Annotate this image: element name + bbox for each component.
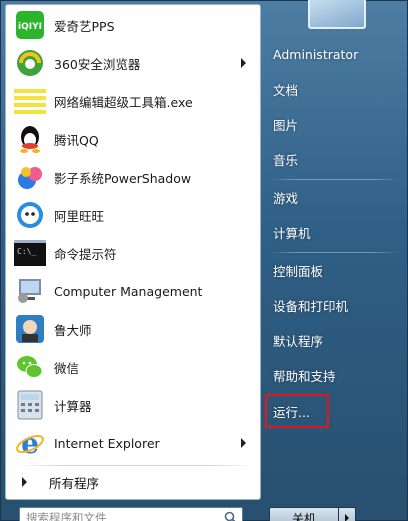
program-item-qq[interactable]: 腾讯QQ [8, 121, 258, 157]
program-item-computer-management[interactable]: Computer Management [8, 273, 258, 309]
program-label: 命令提示符 [54, 246, 117, 262]
program-item-ludashi[interactable]: 鲁大师 [8, 311, 258, 347]
program-item-iqiyi[interactable]: iQIYI 爱奇艺PPS [8, 7, 258, 43]
right-item-games[interactable]: 游戏 [265, 182, 405, 212]
ie-icon: e [14, 427, 46, 459]
right-item-label: 图片 [273, 117, 299, 133]
shutdown-options-button[interactable] [338, 507, 356, 521]
right-item-label: 默认程序 [273, 333, 324, 349]
all-programs-label: 所有程序 [49, 475, 100, 491]
program-label: 鲁大师 [54, 322, 92, 338]
computer-management-icon [14, 275, 46, 307]
program-label: Internet Explorer [54, 435, 160, 451]
qq-icon [14, 123, 46, 155]
program-label: 阿里旺旺 [54, 208, 105, 224]
ludashi-icon [14, 313, 46, 345]
calculator-icon [14, 389, 46, 421]
right-item-music[interactable]: 音乐 [265, 144, 405, 174]
360-browser-icon [14, 47, 46, 79]
aliwangwang-icon [14, 199, 46, 231]
program-item-wechat[interactable]: 微信 [8, 349, 258, 385]
shutdown-button[interactable]: 关机 [269, 507, 339, 521]
right-item-devices-printers[interactable]: 设备和打印机 [265, 290, 405, 320]
cmd-icon: C:\_ [14, 237, 46, 269]
search-placeholder: 搜索程序和文件 [26, 511, 107, 521]
right-item-documents[interactable]: 文档 [265, 74, 405, 104]
program-item-calculator[interactable]: 计算器 [8, 387, 258, 423]
divider [271, 179, 399, 180]
iqiyi-icon: iQIYI [14, 9, 46, 41]
submenu-arrow-icon [241, 438, 246, 448]
right-item-label: 计算机 [273, 225, 311, 241]
right-item-help-support[interactable]: 帮助和支持 [265, 360, 405, 390]
right-item-label: 游戏 [273, 190, 299, 206]
right-item-label: 设备和打印机 [273, 298, 349, 314]
program-label: 网络编辑超级工具箱.exe [54, 94, 193, 110]
right-item-label: 帮助和支持 [273, 368, 336, 384]
divider [16, 465, 256, 466]
shutdown-label: 关机 [291, 511, 316, 521]
powershadow-icon [14, 161, 46, 193]
program-label: 影子系统PowerShadow [54, 170, 192, 186]
program-item-cmd[interactable]: C:\_ 命令提示符 [8, 235, 258, 271]
right-item-label: 控制面板 [273, 263, 324, 279]
program-label: 计算器 [54, 398, 92, 414]
program-item-internet-explorer[interactable]: e Internet Explorer [8, 425, 258, 461]
right-item-control-panel[interactable]: 控制面板 [265, 255, 405, 285]
run-highlight-box [265, 394, 329, 428]
program-item-360-browser[interactable]: 360安全浏览器 [8, 45, 258, 81]
program-list-panel: iQIYI 爱奇艺PPS 360安全浏览器 网络编辑超级工具箱.exe 腾讯QQ [5, 4, 261, 500]
right-item-label: 文档 [273, 82, 299, 98]
expand-arrow-icon [22, 477, 27, 487]
program-item-aliwangwang[interactable]: 阿里旺旺 [8, 197, 258, 233]
svg-text:iQIYI: iQIYI [18, 22, 42, 32]
chevron-right-icon [345, 514, 349, 521]
right-item-computer[interactable]: 计算机 [265, 217, 405, 247]
program-label: 微信 [54, 360, 80, 376]
right-item-pictures[interactable]: 图片 [265, 109, 405, 139]
svg-text:C:\_: C:\_ [17, 247, 36, 256]
toolbox-icon [14, 85, 46, 117]
program-label: Computer Management [54, 283, 203, 299]
right-item-username[interactable]: Administrator [265, 39, 405, 69]
start-menu: iQIYI 爱奇艺PPS 360安全浏览器 网络编辑超级工具箱.exe 腾讯QQ [0, 0, 408, 521]
program-label: 腾讯QQ [54, 132, 99, 148]
right-item-label: 音乐 [273, 152, 299, 168]
program-item-powershadow[interactable]: 影子系统PowerShadow [8, 159, 258, 195]
program-item-toolbox[interactable]: 网络编辑超级工具箱.exe [8, 83, 258, 119]
program-label: 360安全浏览器 [54, 56, 141, 72]
submenu-arrow-icon [241, 58, 246, 68]
right-item-default-programs[interactable]: 默认程序 [265, 325, 405, 355]
user-picture[interactable] [308, 0, 366, 29]
divider [271, 252, 399, 253]
svg-text:e: e [21, 428, 39, 458]
username-label: Administrator [273, 46, 359, 62]
search-icon [224, 511, 236, 521]
program-label: 爱奇艺PPS [54, 18, 115, 34]
all-programs-button[interactable]: 所有程序 [8, 469, 258, 495]
wechat-icon [14, 351, 46, 383]
search-input[interactable]: 搜索程序和文件 [19, 507, 243, 521]
